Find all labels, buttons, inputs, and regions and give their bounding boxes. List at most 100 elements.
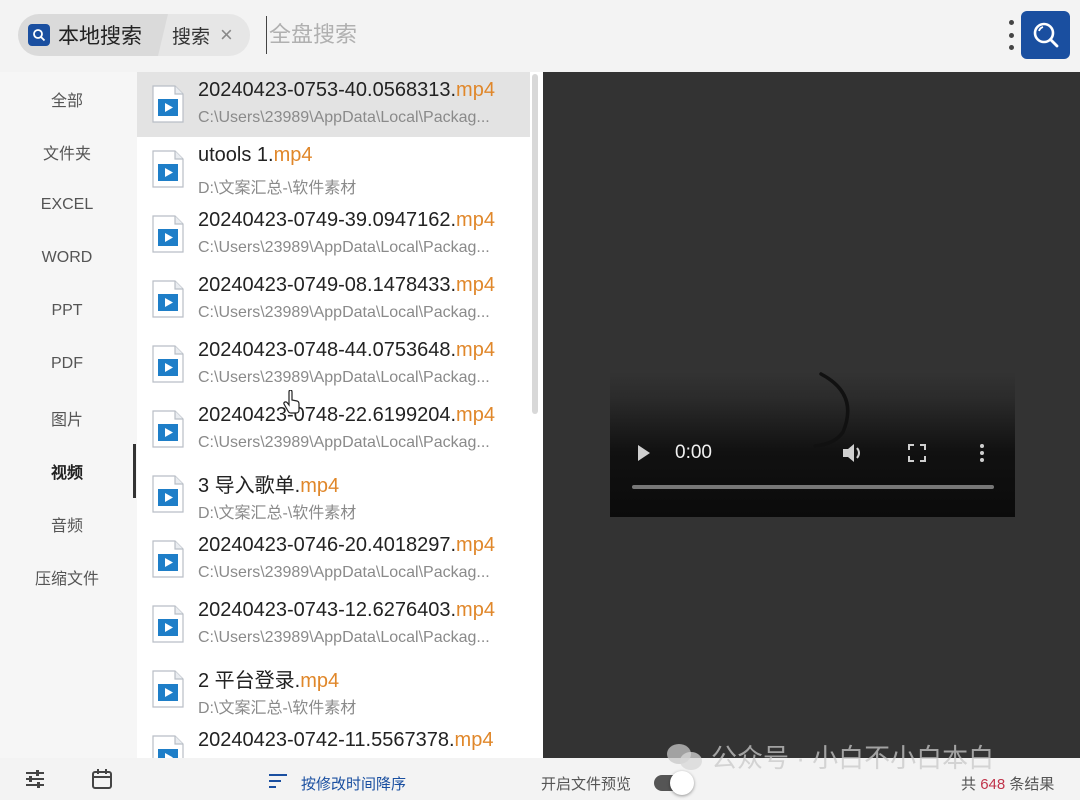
file-path: D:\文案汇总-\软件素材 [198, 505, 357, 522]
sidebar-item-pdf[interactable]: PDF [0, 344, 134, 384]
file-name: 20240423-0742-11.5567378.mp4 [198, 729, 493, 752]
file-name-base: 20240423-0749-08.1478433. [198, 274, 457, 296]
sidebar-item-audio[interactable]: 音频 [0, 504, 134, 544]
sidebar-item-folder[interactable]: 文件夹 [0, 132, 134, 172]
video-file-icon [152, 605, 184, 643]
sidebar-item-video[interactable]: 视频 [0, 451, 134, 491]
file-extension: mp4 [456, 274, 495, 296]
category-sidebar: 全部 文件夹 EXCEL WORD PPT PDF 图片 视频 音频 压缩文件 [0, 72, 137, 758]
file-extension: mp4 [300, 670, 340, 692]
more-options-button[interactable] [1002, 16, 1020, 54]
file-name-base: utools 1. [198, 144, 274, 166]
file-list-item[interactable]: 3 导入歌单.mp4 D:\文案汇总-\软件素材 [137, 462, 530, 527]
video-file-icon [152, 215, 184, 253]
sidebar-item-label: 文件夹 [42, 146, 91, 163]
file-path: C:\Users\23989\AppData\Local\Packag... [198, 629, 490, 646]
search-bar: 本地搜索 搜索 × [0, 0, 1080, 72]
file-name-base: 20240423-0753-40.0568313. [198, 79, 457, 101]
sidebar-item-label: 图片 [50, 412, 83, 429]
file-name: 20240423-0748-22.6199204.mp4 [198, 404, 495, 427]
video-file-icon [152, 670, 184, 708]
file-list-item[interactable]: 20240423-0743-12.6276403.mp4 C:\Users\239… [137, 592, 530, 657]
hand-cursor-icon [283, 390, 300, 414]
search-button[interactable] [1021, 11, 1070, 59]
sidebar-item-label: PPT [51, 302, 83, 319]
sidebar-item-label: WORD [41, 249, 93, 266]
file-path: D:\文案汇总-\软件素材 [198, 700, 357, 717]
file-list-item[interactable]: 20240423-0749-39.0947162.mp4 C:\Users\239… [137, 202, 530, 267]
sidebar-item-image[interactable]: 图片 [0, 398, 134, 438]
file-extension: mp4 [456, 339, 495, 361]
file-list-item[interactable]: 20240423-0753-40.0568313.mp4 C:\Users\239… [137, 72, 530, 137]
file-name: 20240423-0746-20.4018297.mp4 [198, 534, 495, 557]
video-time: 0:00 [675, 442, 712, 463]
play-icon[interactable] [637, 444, 651, 462]
file-list-item[interactable]: 2 平台登录.mp4 D:\文案汇总-\软件素材 [137, 657, 530, 722]
file-list: 20240423-0753-40.0568313.mp4 C:\Users\239… [137, 72, 543, 758]
video-more-icon[interactable] [979, 443, 985, 463]
calendar-icon[interactable] [91, 768, 113, 790]
sort-order-button[interactable]: 按修改时间降序 [301, 773, 406, 794]
file-name-base: 20240423-0746-20.4018297. [198, 534, 457, 556]
file-extension: mp4 [454, 729, 494, 751]
file-name: utools 1.mp4 [198, 144, 313, 167]
filter-settings-icon[interactable] [24, 768, 46, 790]
result-suffix: 条结果 [1009, 776, 1055, 793]
close-icon[interactable]: × [220, 24, 233, 46]
watermark: 公众号 · 小白不小白本白 [665, 738, 994, 775]
file-list-scrollbar[interactable] [532, 74, 538, 414]
video-file-icon [152, 410, 184, 448]
file-path: C:\Users\23989\AppData\Local\Packag... [198, 434, 490, 451]
file-name-base: 3 导入歌单. [198, 475, 301, 497]
fullscreen-icon[interactable] [908, 444, 926, 462]
result-count-number: 648 [980, 776, 1006, 793]
file-name: 2 平台登录.mp4 [198, 664, 339, 693]
file-list-item[interactable]: 20240423-0748-44.0753648.mp4 C:\Users\239… [137, 332, 530, 397]
sidebar-item-label: EXCEL [40, 196, 94, 213]
sidebar-item-ppt[interactable]: PPT [0, 291, 134, 331]
video-progress-bar[interactable] [632, 485, 994, 489]
search-sub-tag-label: 搜索 [172, 26, 211, 48]
file-path: C:\Users\23989\AppData\Local\Packag... [198, 564, 490, 581]
file-name: 20240423-0749-08.1478433.mp4 [198, 274, 495, 297]
file-name-base: 20240423-0743-12.6276403. [198, 599, 457, 621]
file-name: 20240423-0753-40.0568313.mp4 [198, 79, 495, 102]
file-name-base: 20240423-0749-39.0947162. [198, 209, 457, 231]
file-path: D:\文案汇总-\软件素材 [198, 180, 357, 197]
sidebar-item-label: 音频 [50, 518, 83, 535]
search-scope-label: 本地搜索 [58, 25, 142, 48]
file-path: C:\Users\23989\AppData\Local\Packag... [198, 109, 490, 126]
file-list-item[interactable]: 20240423-0748-22.6199204.mp4 C:\Users\239… [137, 397, 530, 462]
file-name: 20240423-0743-12.6276403.mp4 [198, 599, 495, 622]
file-name: 3 导入歌单.mp4 [198, 469, 339, 498]
file-extension: mp4 [456, 599, 495, 621]
file-name: 20240423-0749-39.0947162.mp4 [198, 209, 495, 232]
sort-icon[interactable] [268, 773, 288, 789]
result-count: 共 648 条结果 [961, 773, 1054, 794]
file-extension: mp4 [456, 534, 495, 556]
file-name: 20240423-0748-44.0753648.mp4 [198, 339, 495, 362]
search-icon [28, 24, 50, 46]
file-list-item[interactable]: 20240423-0742-11.5567378.mp4 [137, 722, 530, 758]
file-path: C:\Users\23989\AppData\Local\Packag... [198, 239, 490, 256]
file-list-item[interactable]: utools 1.mp4 D:\文案汇总-\软件素材 [137, 137, 530, 202]
sidebar-item-excel[interactable]: EXCEL [0, 185, 134, 225]
file-name-base: 2 平台登录. [198, 670, 301, 692]
sidebar-item-all[interactable]: 全部 [0, 79, 134, 119]
search-sub-tag[interactable]: 搜索 × [158, 14, 250, 56]
search-icon [1033, 22, 1058, 48]
preview-toggle[interactable] [654, 771, 694, 795]
video-file-icon [152, 735, 184, 758]
sidebar-item-label: 全部 [50, 93, 83, 110]
video-file-icon [152, 475, 184, 513]
search-scope-tag[interactable]: 本地搜索 [18, 14, 168, 56]
sidebar-item-word[interactable]: WORD [0, 238, 134, 278]
file-list-item[interactable]: 20240423-0746-20.4018297.mp4 C:\Users\239… [137, 527, 530, 592]
more-icon-dot [1008, 32, 1014, 38]
sidebar-item-archive[interactable]: 压缩文件 [0, 557, 134, 597]
watermark-text: 公众号 · 小白不小白本白 [711, 743, 995, 773]
sidebar-item-label: 压缩文件 [34, 571, 99, 588]
preview-toggle-label: 开启文件预览 [541, 776, 632, 793]
search-input[interactable] [266, 16, 966, 54]
file-list-item[interactable]: 20240423-0749-08.1478433.mp4 C:\Users\239… [137, 267, 530, 332]
